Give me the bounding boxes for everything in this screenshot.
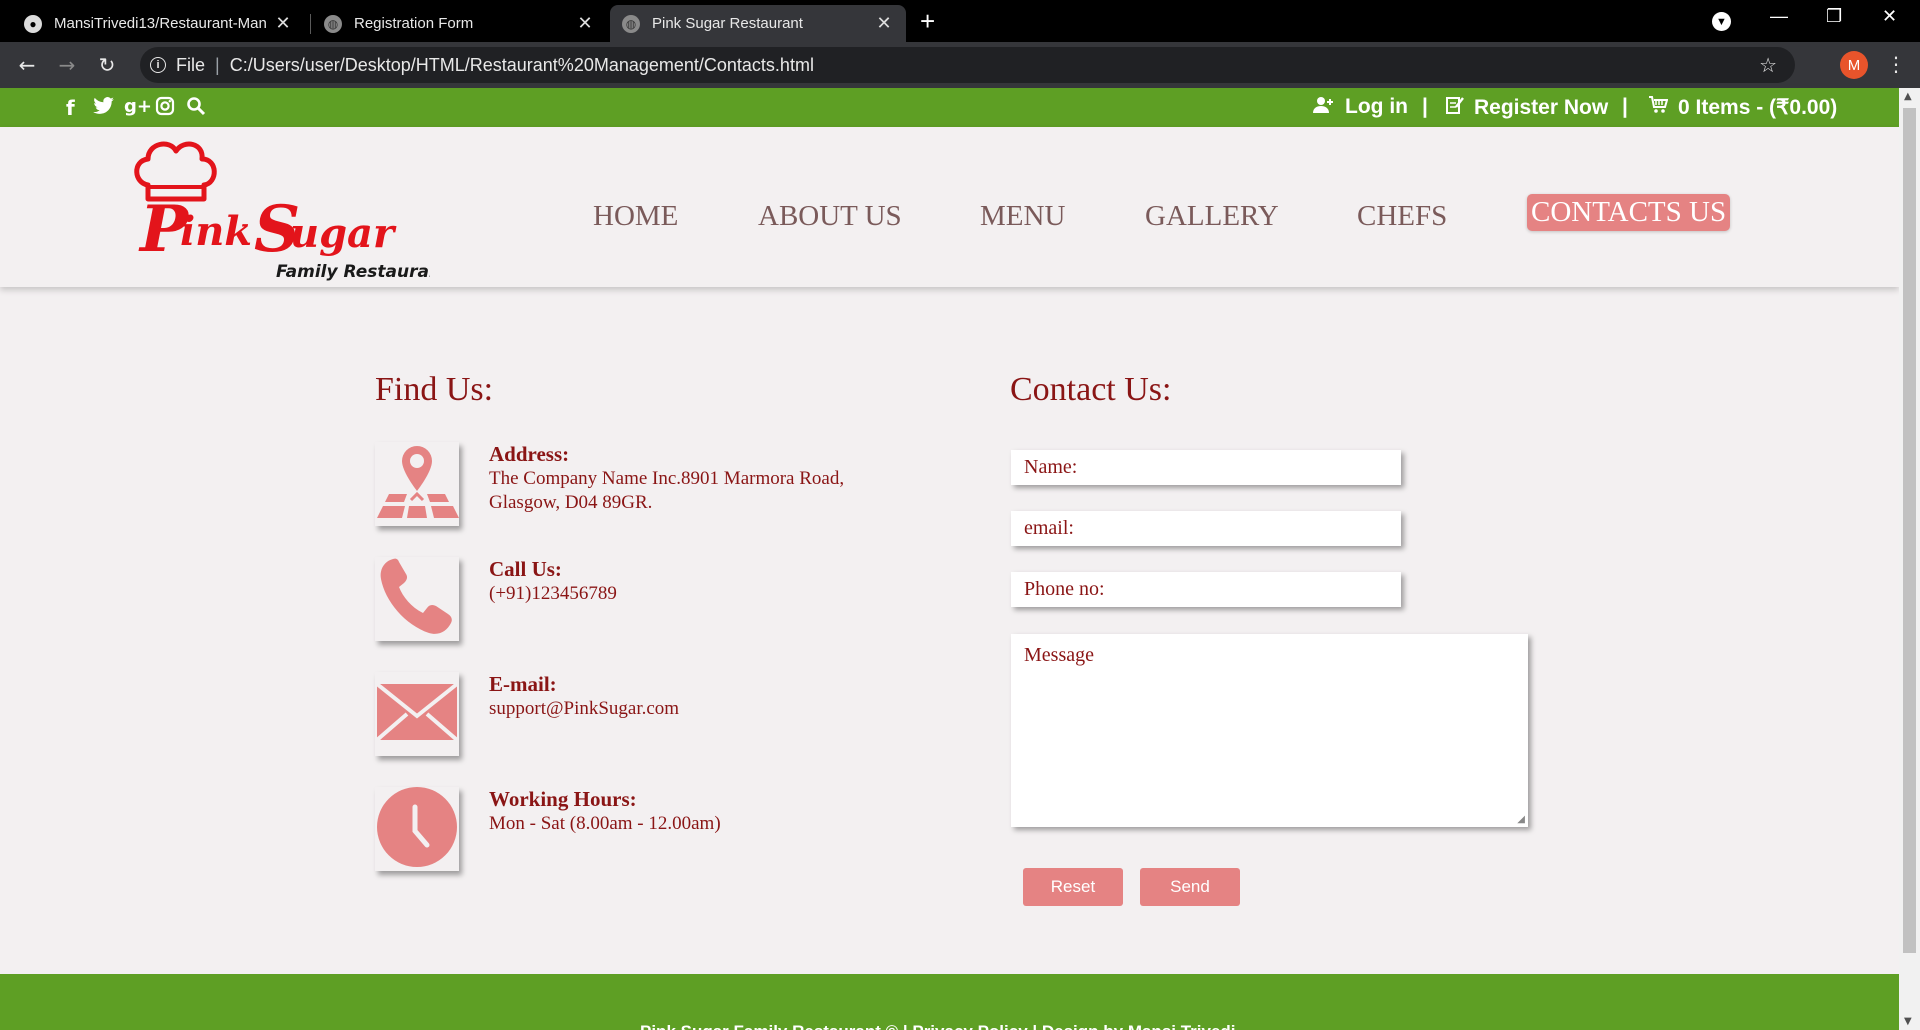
site-header: P ink S ugar Family Restaurant HOME ABOU… <box>0 127 1899 287</box>
contact-us-title: Contact Us: <box>1010 371 1172 408</box>
search-icon[interactable] <box>186 96 206 121</box>
message-placeholder: Message <box>1024 644 1094 666</box>
back-icon[interactable]: ← <box>12 50 42 80</box>
cart-label: 0 Items - (₹0.00) <box>1678 96 1838 119</box>
footer-text: Pink Sugar Family Restaurant © | Privacy… <box>640 1022 1236 1030</box>
call-value: (+91)123456789 <box>489 583 617 604</box>
close-window-icon[interactable]: ✕ <box>1882 6 1897 27</box>
register-link[interactable]: Register Now <box>1446 95 1608 120</box>
address-card <box>375 442 459 526</box>
email-value[interactable]: support@PinkSugar.com <box>489 697 909 721</box>
clock-icon <box>375 785 459 874</box>
map-pin-icon <box>375 440 459 529</box>
close-tab-icon[interactable]: ✕ <box>575 13 595 34</box>
tab-title: Pink Sugar Restaurant <box>652 15 803 32</box>
browser-menu-icon[interactable]: ⋮ <box>1886 52 1906 76</box>
google-plus-icon[interactable]: g+ <box>124 96 152 117</box>
phone-icon <box>375 555 459 644</box>
envelope-icon <box>375 670 459 759</box>
svg-text:ink: ink <box>180 208 252 255</box>
edit-form-icon <box>1446 95 1464 120</box>
email-field[interactable]: email: <box>1011 511 1401 546</box>
scheme-label: File <box>176 54 206 75</box>
nav-contacts-us[interactable]: CONTACTS US <box>1527 194 1731 231</box>
login-label: Log in <box>1345 95 1408 118</box>
reset-button[interactable]: Reset <box>1023 868 1123 906</box>
reload-icon[interactable]: ↻ <box>92 50 122 80</box>
bookmark-star-icon[interactable]: ☆ <box>1759 53 1777 78</box>
browser-tab-github[interactable]: ● MansiTrivedi13/Restaurant-Mana ✕ <box>12 5 305 42</box>
info-icon[interactable]: i <box>150 57 166 73</box>
profile-avatar[interactable]: M <box>1840 51 1868 79</box>
address-bar[interactable]: i File | C:/Users/user/Desktop/HTML/Rest… <box>140 47 1795 83</box>
page-scrollbar[interactable]: ▲ ▼ <box>1899 88 1920 1030</box>
nav-home[interactable]: HOME <box>593 200 678 233</box>
topbar-divider: | <box>1422 95 1428 118</box>
call-label: Call Us: <box>489 557 562 581</box>
scroll-down-icon[interactable]: ▼ <box>1904 1016 1912 1027</box>
svg-text:ugar: ugar <box>290 210 397 257</box>
hours-label: Working Hours: <box>489 787 637 811</box>
resize-grip-icon[interactable]: ◢ <box>1517 814 1525 825</box>
send-button[interactable]: Send <box>1140 868 1240 906</box>
user-add-icon <box>1313 95 1335 119</box>
site-footer: Pink Sugar Family Restaurant © | Privacy… <box>0 974 1899 1030</box>
tab-divider <box>310 14 311 34</box>
hours-value: Mon - Sat (8.00am - 12.00am) <box>489 813 721 834</box>
browser-tab-pink-sugar[interactable]: ◍ Pink Sugar Restaurant ✕ <box>610 5 906 42</box>
nav-chefs[interactable]: CHEFS <box>1357 200 1447 233</box>
address-line-2: Glasgow, D04 89GR. <box>489 492 653 513</box>
nav-menu[interactable]: MENU <box>980 200 1065 233</box>
globe-icon: ◍ <box>622 14 640 33</box>
browser-toolbar: ← → ↻ i File | C:/Users/user/Desktop/HTM… <box>0 42 1920 88</box>
svg-text:Family Restaurant: Family Restaurant <box>276 262 430 282</box>
topbar-divider: | <box>1622 95 1628 118</box>
close-tab-icon[interactable]: ✕ <box>874 13 894 34</box>
cart-link[interactable]: 0 Items - (₹0.00) <box>1648 95 1837 120</box>
github-icon: ● <box>24 14 42 33</box>
email-card <box>375 672 459 756</box>
tab-title: MansiTrivedi13/Restaurant-Mana <box>54 15 267 32</box>
browser-tab-bar: ● MansiTrivedi13/Restaurant-Mana ✕ ◍ Reg… <box>0 0 1920 42</box>
page-viewport: f g+ Log in | Register Now | 0 Items - (… <box>0 88 1920 1030</box>
login-link[interactable]: Log in <box>1313 95 1408 119</box>
globe-icon: ◍ <box>324 14 342 33</box>
name-field[interactable]: Name: <box>1011 450 1401 485</box>
cart-icon <box>1648 95 1669 120</box>
minimize-icon[interactable]: — <box>1770 6 1788 27</box>
phone-field[interactable]: Phone no: <box>1011 572 1401 607</box>
hours-card <box>375 785 459 874</box>
nav-about-us[interactable]: ABOUT US <box>758 200 902 233</box>
message-textarea[interactable]: Message ◢ <box>1011 634 1528 827</box>
register-label: Register Now <box>1474 95 1609 119</box>
address-line-1: The Company Name Inc.8901 Marmora Road, <box>489 468 845 489</box>
close-tab-icon[interactable]: ✕ <box>273 13 293 34</box>
twitter-icon[interactable] <box>93 96 115 120</box>
email-label: E-mail: <box>489 672 557 696</box>
tab-search-icon[interactable]: ▼ <box>1712 12 1731 31</box>
url-text[interactable]: C:/Users/user/Desktop/HTML/Restaurant%20… <box>230 55 814 76</box>
restore-icon[interactable]: ❐ <box>1826 6 1842 27</box>
call-card <box>375 557 459 641</box>
find-us-title: Find Us: <box>375 371 494 408</box>
instagram-icon[interactable] <box>155 96 175 121</box>
pink-sugar-logo[interactable]: P ink S ugar Family Restaurant <box>130 133 450 283</box>
address-label: Address: <box>489 442 570 466</box>
top-strip: f g+ Log in | Register Now | 0 Items - (… <box>0 88 1899 127</box>
facebook-icon[interactable]: f <box>66 96 75 120</box>
scheme-divider: | <box>215 54 220 75</box>
new-tab-icon[interactable]: + <box>920 8 935 34</box>
browser-tab-registration[interactable]: ◍ Registration Form ✕ <box>312 5 607 42</box>
forward-icon[interactable]: → <box>52 50 82 80</box>
tab-title: Registration Form <box>354 15 474 32</box>
scrollbar-thumb[interactable] <box>1903 108 1916 953</box>
nav-gallery[interactable]: GALLERY <box>1145 200 1279 233</box>
scroll-up-icon[interactable]: ▲ <box>1904 91 1912 102</box>
